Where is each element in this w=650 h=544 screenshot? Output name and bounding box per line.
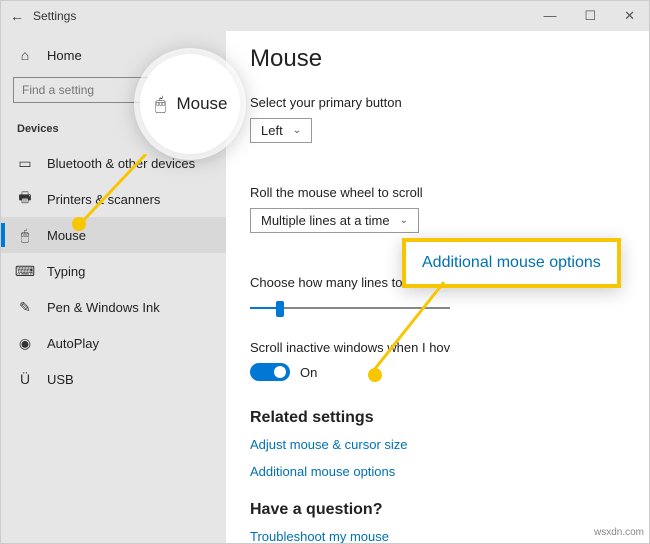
sidebar-item-label: Printers & scanners xyxy=(47,192,160,207)
back-icon[interactable]: ← xyxy=(9,8,25,24)
home-nav[interactable]: ⌂ Home xyxy=(1,39,226,71)
sidebar-item-autoplay[interactable]: ◉ AutoPlay xyxy=(1,325,226,361)
toggle-knob xyxy=(274,366,286,378)
sidebar-item-typing[interactable]: ⌨ Typing xyxy=(1,253,226,289)
sidebar-item-bluetooth[interactable]: ▭ Bluetooth & other devices xyxy=(1,145,226,181)
page-title: Mouse xyxy=(250,45,625,73)
content-area: Mouse Select your primary button Left ⌄ … xyxy=(226,31,649,543)
search-input[interactable] xyxy=(13,77,214,103)
inactive-windows-label: Scroll inactive windows when I hov xyxy=(250,340,625,355)
question-heading: Have a question? xyxy=(250,501,625,519)
chevron-down-icon: ⌄ xyxy=(400,215,408,226)
toggle-state-label: On xyxy=(300,365,317,380)
titlebar: ← Settings — ☐ ✕ xyxy=(1,1,649,31)
close-button[interactable]: ✕ xyxy=(618,6,641,26)
sidebar-item-label: Bluetooth & other devices xyxy=(47,156,195,171)
minimize-button[interactable]: — xyxy=(537,6,562,26)
slider-thumb[interactable] xyxy=(276,301,284,317)
scroll-lines-slider[interactable] xyxy=(250,298,450,318)
sidebar: ⌂ Home Devices ▭ Bluetooth & other devic… xyxy=(1,31,226,543)
section-heading: Devices xyxy=(1,117,226,145)
select-value: Left xyxy=(261,123,283,138)
sidebar-item-usb[interactable]: Ü USB xyxy=(1,361,226,397)
home-label: Home xyxy=(47,48,82,63)
keyboard-icon: ⌨ xyxy=(17,263,33,279)
maximize-button[interactable]: ☐ xyxy=(578,6,602,26)
home-icon: ⌂ xyxy=(17,47,33,63)
sidebar-item-printers[interactable]: 🖶 Printers & scanners xyxy=(1,181,226,217)
watermark: wsxdn.com xyxy=(594,527,644,538)
inactive-windows-toggle[interactable] xyxy=(250,363,290,381)
sidebar-item-label: Pen & Windows Ink xyxy=(47,300,160,315)
troubleshoot-link[interactable]: Troubleshoot my mouse xyxy=(250,529,625,543)
related-settings-heading: Related settings xyxy=(250,409,625,427)
sidebar-item-label: Typing xyxy=(47,264,85,279)
primary-button-select[interactable]: Left ⌄ xyxy=(250,118,312,143)
mouse-icon: 🖱 xyxy=(17,227,33,243)
additional-mouse-options-link[interactable]: Additional mouse options xyxy=(250,464,625,479)
adjust-cursor-link[interactable]: Adjust mouse & cursor size xyxy=(250,437,625,452)
scroll-wheel-select[interactable]: Multiple lines at a time ⌄ xyxy=(250,208,419,233)
scroll-lines-label: Choose how many lines to scroll each tim… xyxy=(250,275,625,290)
select-value: Multiple lines at a time xyxy=(261,213,390,228)
window-title: Settings xyxy=(33,9,76,23)
sidebar-item-pen[interactable]: ✎ Pen & Windows Ink xyxy=(1,289,226,325)
primary-button-label: Select your primary button xyxy=(250,95,625,110)
autoplay-icon: ◉ xyxy=(17,335,33,351)
sidebar-item-mouse[interactable]: 🖱 Mouse xyxy=(1,217,226,253)
sidebar-item-label: AutoPlay xyxy=(47,336,99,351)
printer-icon: 🖶 xyxy=(17,191,33,207)
sidebar-item-label: Mouse xyxy=(47,228,86,243)
usb-icon: Ü xyxy=(17,371,33,387)
search-container xyxy=(13,77,214,103)
bluetooth-icon: ▭ xyxy=(17,155,33,171)
scroll-wheel-label: Roll the mouse wheel to scroll xyxy=(250,185,625,200)
pen-icon: ✎ xyxy=(17,299,33,315)
chevron-down-icon: ⌄ xyxy=(293,125,301,136)
sidebar-item-label: USB xyxy=(47,372,74,387)
